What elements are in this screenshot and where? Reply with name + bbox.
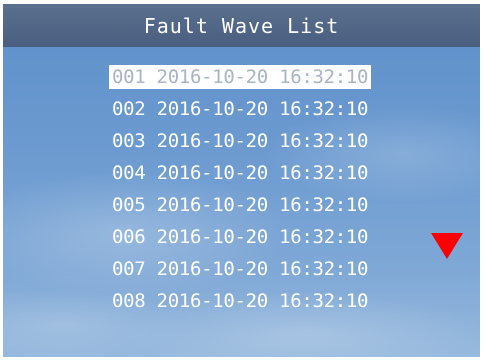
list-item[interactable]: 006 2016-10-20 16:32:10 — [109, 223, 371, 255]
list-item[interactable]: 003 2016-10-20 16:32:10 — [109, 127, 371, 159]
list-item[interactable]: 007 2016-10-20 16:32:10 — [109, 255, 371, 287]
lcd-screen: Fault Wave List 001 2016-10-20 16:32:10 … — [3, 4, 480, 357]
list-item-label: 001 2016-10-20 16:32:10 — [109, 65, 372, 89]
triangle-down-icon[interactable] — [431, 233, 463, 259]
list-item-label: 003 2016-10-20 16:32:10 — [112, 130, 369, 152]
list-item-label: 005 2016-10-20 16:32:10 — [112, 194, 369, 216]
page-title: Fault Wave List — [143, 13, 340, 38]
list-item-label: 004 2016-10-20 16:32:10 — [112, 162, 369, 184]
list-item[interactable]: 008 2016-10-20 16:32:10 — [109, 287, 371, 319]
list-item[interactable]: 004 2016-10-20 16:32:10 — [109, 159, 371, 191]
list-item-label: 002 2016-10-20 16:32:10 — [112, 98, 369, 120]
list-item[interactable]: 005 2016-10-20 16:32:10 — [109, 191, 371, 223]
title-bar: Fault Wave List — [3, 4, 480, 47]
list-item[interactable]: 002 2016-10-20 16:32:10 — [109, 95, 371, 127]
list-item-label: 008 2016-10-20 16:32:10 — [112, 290, 369, 312]
list-item-label: 007 2016-10-20 16:32:10 — [112, 258, 369, 280]
list-item-label: 006 2016-10-20 16:32:10 — [112, 226, 369, 248]
list-item[interactable]: 001 2016-10-20 16:32:10 — [109, 63, 372, 95]
fault-wave-list[interactable]: 001 2016-10-20 16:32:10 002 2016-10-20 1… — [109, 63, 372, 319]
